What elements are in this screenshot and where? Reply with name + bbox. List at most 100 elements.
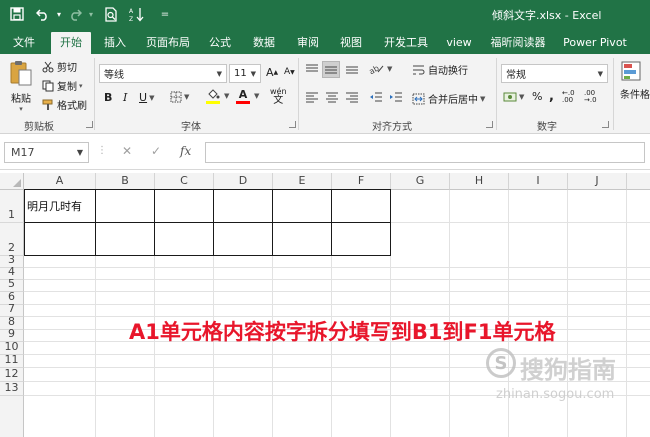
font-size-select[interactable]: 11 ▼	[229, 64, 261, 83]
cell-b2[interactable]	[96, 223, 155, 256]
print-preview-icon[interactable]	[102, 4, 120, 24]
chevron-down-icon: ▼	[149, 93, 155, 102]
align-bottom-button[interactable]	[345, 63, 359, 75]
cell-e2[interactable]	[273, 223, 332, 256]
sort-ascending-icon[interactable]: AZ	[128, 4, 146, 24]
font-color-button[interactable]: A	[236, 89, 250, 104]
name-box-value: M17	[11, 146, 35, 159]
column-header-b[interactable]: B	[96, 173, 155, 190]
conditional-format-button[interactable]: 条件格式	[620, 60, 650, 101]
increase-decimal-button[interactable]: ←.0 .00	[562, 90, 580, 104]
column-header-d[interactable]: D	[214, 173, 273, 190]
undo-icon[interactable]	[34, 4, 52, 24]
column-header-c[interactable]: C	[155, 173, 214, 190]
cell-e1[interactable]	[273, 190, 332, 223]
cell-a2[interactable]	[24, 223, 96, 256]
tab-home[interactable]: 开始	[51, 32, 91, 54]
cell-a1[interactable]: 明月几时有	[24, 190, 96, 223]
tab-insert[interactable]: 插入	[100, 32, 130, 54]
wrap-text-button[interactable]: 自动换行	[412, 62, 468, 77]
cell-c2[interactable]	[155, 223, 214, 256]
decrease-decimal-button[interactable]: .00 →.0	[584, 90, 602, 104]
italic-button[interactable]: I	[123, 91, 127, 104]
row-header-2[interactable]: 2	[0, 223, 24, 256]
decrease-indent-button[interactable]	[369, 91, 383, 103]
clipboard-launcher-icon[interactable]	[86, 121, 93, 128]
number-format-select[interactable]: 常规 ▼	[501, 64, 608, 83]
bold-button[interactable]: B	[104, 91, 112, 104]
number-launcher-icon[interactable]	[602, 121, 609, 128]
column-header-i[interactable]: I	[509, 173, 568, 190]
align-top-button[interactable]	[305, 63, 319, 75]
column-header-a[interactable]: A	[24, 173, 96, 190]
chevron-down-icon: ▼	[250, 70, 256, 78]
align-center-button[interactable]	[325, 91, 339, 103]
tab-view[interactable]: 视图	[336, 32, 366, 54]
formula-bar-grip-icon[interactable]: ⋮	[97, 145, 107, 156]
font-launcher-icon[interactable]	[289, 121, 296, 128]
shrink-font-button[interactable]: A ▼	[284, 67, 295, 77]
name-box[interactable]: M17 ▼	[4, 142, 89, 163]
gridline	[213, 256, 214, 437]
orientation-button[interactable]: ab ▼	[369, 62, 392, 75]
column-header-j[interactable]: J	[568, 173, 627, 190]
ribbon: 粘贴 ▾ 剪切 复制 ▾ 格式刷 剪贴板 等线 ▼ 11 ▼ A ▲ A ▼ B I…	[0, 54, 650, 134]
merge-center-button[interactable]: 合并后居中 ▼	[412, 91, 485, 106]
tab-foxit-reader[interactable]: 福昕阅读器	[487, 32, 549, 54]
insert-function-button[interactable]: fx	[180, 144, 191, 158]
cell-d1[interactable]	[214, 190, 273, 223]
cell-c1[interactable]	[155, 190, 214, 223]
tab-formulas[interactable]: 公式	[205, 32, 235, 54]
format-painter-button[interactable]: 格式刷	[42, 97, 87, 112]
tab-file[interactable]: 文件	[8, 32, 40, 54]
row-header-12[interactable]: 12	[0, 367, 24, 382]
row-header-1[interactable]: 1	[0, 190, 24, 223]
column-header-e[interactable]: E	[273, 173, 332, 190]
cut-button[interactable]: 剪切	[42, 59, 77, 74]
grow-font-button[interactable]: A ▲	[266, 66, 278, 79]
tab-view-addin[interactable]: view	[443, 32, 475, 54]
tab-power-pivot[interactable]: Power Pivot	[562, 32, 628, 54]
customize-qat-icon[interactable]: =	[156, 4, 174, 24]
percent-style-button[interactable]: %	[532, 90, 542, 103]
row-header-14[interactable]	[0, 396, 24, 437]
enter-icon[interactable]: ✓	[151, 144, 161, 158]
cell-d2[interactable]	[214, 223, 273, 256]
copy-button[interactable]: 复制 ▾	[42, 78, 83, 93]
tab-page-layout[interactable]: 页面布局	[143, 32, 193, 54]
cell-b1[interactable]	[96, 190, 155, 223]
row-header-13[interactable]: 13	[0, 381, 24, 396]
column-header-k[interactable]	[627, 173, 650, 190]
align-right-button[interactable]	[345, 91, 359, 103]
borders-button[interactable]: ▼	[170, 91, 189, 103]
accounting-format-button[interactable]: ▼	[503, 91, 524, 103]
increase-indent-button[interactable]	[389, 91, 403, 103]
column-header-f[interactable]: F	[332, 173, 391, 190]
underline-button[interactable]: U ▼	[139, 91, 154, 104]
formula-input[interactable]	[205, 142, 645, 163]
align-middle-button[interactable]	[322, 61, 340, 78]
fill-color-button[interactable]	[206, 89, 220, 104]
redo-dropdown-icon[interactable]: ▾	[86, 4, 96, 24]
save-icon[interactable]	[8, 4, 26, 24]
phonetic-button[interactable]: wén 文	[270, 87, 287, 106]
tab-data[interactable]: 数据	[249, 32, 279, 54]
alignment-launcher-icon[interactable]	[486, 121, 493, 128]
fill-color-dropdown[interactable]: ▼	[222, 92, 229, 100]
font-color-dropdown[interactable]: ▼	[252, 92, 259, 100]
quick-access-toolbar: ▾ ▾ AZ =	[8, 4, 174, 24]
undo-dropdown-icon[interactable]: ▾	[54, 4, 64, 24]
font-name-select[interactable]: 等线 ▼	[99, 64, 227, 83]
comma-style-button[interactable]: ,	[549, 89, 554, 104]
tab-review[interactable]: 审阅	[293, 32, 323, 54]
column-header-h[interactable]: H	[450, 173, 509, 190]
tab-developer[interactable]: 开发工具	[380, 32, 432, 54]
cell-f2[interactable]	[332, 223, 391, 256]
paste-button[interactable]: 粘贴 ▾	[6, 60, 36, 113]
align-left-button[interactable]	[305, 91, 319, 103]
select-all-button[interactable]	[0, 173, 24, 190]
column-header-g[interactable]: G	[391, 173, 450, 190]
redo-icon[interactable]	[66, 4, 84, 24]
cell-f1[interactable]	[332, 190, 391, 223]
cancel-icon[interactable]: ✕	[122, 144, 132, 158]
